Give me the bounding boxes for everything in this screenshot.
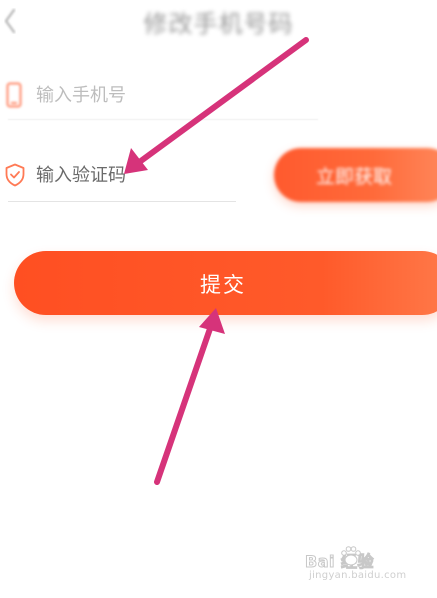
- page-title: 修改手机号码: [143, 10, 294, 38]
- baidu-jingyan-watermark: Bai 经验 jingyan.baidu.com: [303, 546, 407, 588]
- code-row: [0, 150, 260, 202]
- phone-input[interactable]: [36, 80, 316, 110]
- header-bar: 修改手机号码: [0, 0, 437, 44]
- get-code-button[interactable]: 立即获取: [274, 148, 437, 202]
- paw-icon: [341, 546, 361, 566]
- code-divider: [8, 201, 236, 202]
- phone-icon: [6, 82, 22, 108]
- shield-icon: [5, 163, 25, 187]
- code-input[interactable]: [36, 160, 236, 190]
- phone-divider: [8, 119, 318, 120]
- submit-label: 提交: [200, 273, 246, 297]
- arrow-to-submit: [154, 308, 225, 485]
- watermark-url: jingyan.baidu.com: [309, 570, 407, 581]
- submit-button[interactable]: 提交: [14, 251, 437, 315]
- phone-row: [0, 70, 340, 122]
